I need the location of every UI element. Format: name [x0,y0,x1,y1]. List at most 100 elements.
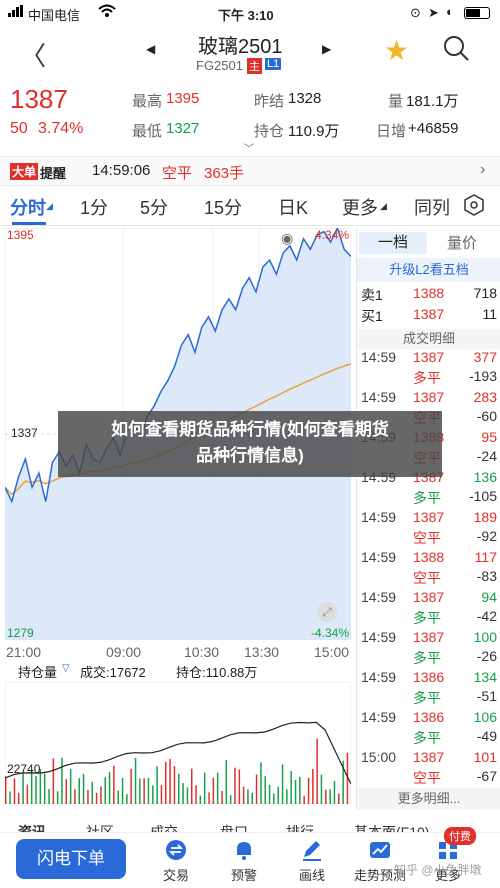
tick-oi-change: -60 [476,408,497,424]
volume-bar [320,774,323,804]
tick-qty: 101 [473,749,497,765]
flash-order-button[interactable]: 闪电下单 [16,839,126,879]
nav-alert[interactable]: 预警 [214,839,274,884]
volume-bar [5,776,7,804]
main-badge: 主 [247,58,262,74]
tab-15min[interactable]: 15分 [204,194,242,220]
volume-bar [13,778,16,804]
volume-bar [251,792,253,804]
big-order-alert[interactable]: 大单 提醒 14:59:06 空平 363手 › [0,156,500,186]
pct-axis-bottom: -4.34% [310,626,349,640]
volume-bar [294,779,297,804]
tick-qty: 189 [473,509,497,525]
volume-bar [247,789,249,804]
time-axis: 21:00 09:00 10:30 13:30 15:00 [0,642,356,660]
forecast-icon [368,839,392,861]
volume-bar [95,792,98,804]
volume-bar [91,781,93,804]
tick-type: 多平 [413,650,441,666]
tick-oi-change: -92 [476,528,497,544]
time-label: 21:00 [6,644,42,660]
volume-bar [169,758,171,804]
volume-bar [126,794,128,804]
volume-bar [299,776,301,804]
tab-volume-price[interactable]: 量价 [447,232,477,253]
tab-intraday[interactable]: 分时 [10,194,46,220]
volume-bar [117,790,119,804]
tick-type: 空平 [413,570,441,586]
volume-bar [139,778,141,804]
prev-settle-label: 昨结 [254,93,285,110]
tab-level1[interactable]: 一档 [359,232,427,254]
volume-bar [221,791,223,804]
paid-badge: 付费 [444,827,476,845]
tick-oi-change: -49 [476,728,497,744]
time-label: 15:00 [314,644,350,660]
settings-icon[interactable] [464,194,484,221]
tab-5min[interactable]: 5分 [140,194,168,220]
nav-draw[interactable]: 画线 [282,839,342,884]
tab-1min[interactable]: 1分 [80,194,108,220]
tick-oi-change: -24 [476,448,497,464]
volume-bar [212,777,215,804]
volume-bar [186,787,189,804]
eye-icon[interactable]: ◉ [281,230,293,247]
watermark: 知乎 @小兔胖墩 [394,863,482,877]
next-contract-icon[interactable]: ▶ [322,42,331,56]
upgrade-l2-link[interactable]: 升级L2看五档 [357,258,500,282]
more-ticks-link[interactable]: 更多明细... [357,788,500,810]
volume-bar [307,777,310,804]
tick-time: 14:59 [361,709,397,725]
pct-axis-top: 4.34% [314,228,349,242]
tick-price: 1387 [413,749,445,765]
tab-news[interactable]: 资讯 [18,822,46,832]
volume-bar [160,785,163,804]
volume-bar [208,792,210,804]
volume-readout: 成交:17672 [80,665,146,680]
expand-icon[interactable]: ⤢ [317,602,337,622]
volume-bar [255,774,258,804]
tick-row: 14:59 1386 106 多平 -49 [357,708,500,748]
back-icon[interactable]: 〈 [20,36,46,73]
volume-bar [61,757,63,804]
tab-same-row[interactable]: 同列 [414,194,450,220]
tick-price: 1386 [413,709,445,725]
nav-label: 预警 [230,868,257,883]
tick-oi-change: -193 [468,368,497,384]
chevron-right-icon[interactable]: › [480,161,485,179]
alert-type: 空平 [162,165,193,182]
daily-change-label: 日增 [376,123,407,140]
tick-time: 14:59 [361,349,397,365]
bid-label: 买1 [361,308,383,324]
tick-row: 14:59 1386 134 多平 -51 [357,668,500,708]
volume-bar [43,773,46,804]
tab-daily-k[interactable]: 日K [278,194,308,220]
tab-more[interactable]: 更多 [342,194,378,220]
volume-bar [312,769,314,804]
tab-fundamentals[interactable]: 基本面(F10) [354,822,429,832]
chevron-down-icon[interactable]: ﹀ [244,140,254,155]
nav-trade[interactable]: 交易 [146,839,206,884]
search-icon[interactable] [442,34,470,67]
price-change: 50 [10,120,28,137]
volume-bar [191,768,193,804]
chevron-down-icon[interactable]: ▽ [62,663,70,674]
tab-trades[interactable]: 成交 [150,822,178,832]
volume-bar [134,757,137,804]
tick-price: 1387 [413,629,445,645]
tab-orderbook[interactable]: 盘口 [220,822,248,832]
price-axis-top: 1395 [7,228,34,242]
tick-time: 15:00 [361,749,397,765]
volume-label: 量 [388,93,404,110]
volume-bar [35,776,37,804]
bid-row: 买1 1387 11 [357,306,500,326]
title-banner: 如何查看期货品种行情(如何查看期货 品种行情信息) [58,411,442,477]
star-icon[interactable]: ★ [384,34,409,67]
tick-type: 多平 [413,730,441,746]
indicator-select[interactable]: 持仓量 [18,662,57,681]
prev-contract-icon[interactable]: ◀ [146,42,155,56]
tab-community[interactable]: 社区 [86,822,114,832]
tab-ranking[interactable]: 排行 [286,822,314,832]
oi-readout: 持仓:110.88万 [176,665,258,680]
volume-bar [121,778,124,804]
